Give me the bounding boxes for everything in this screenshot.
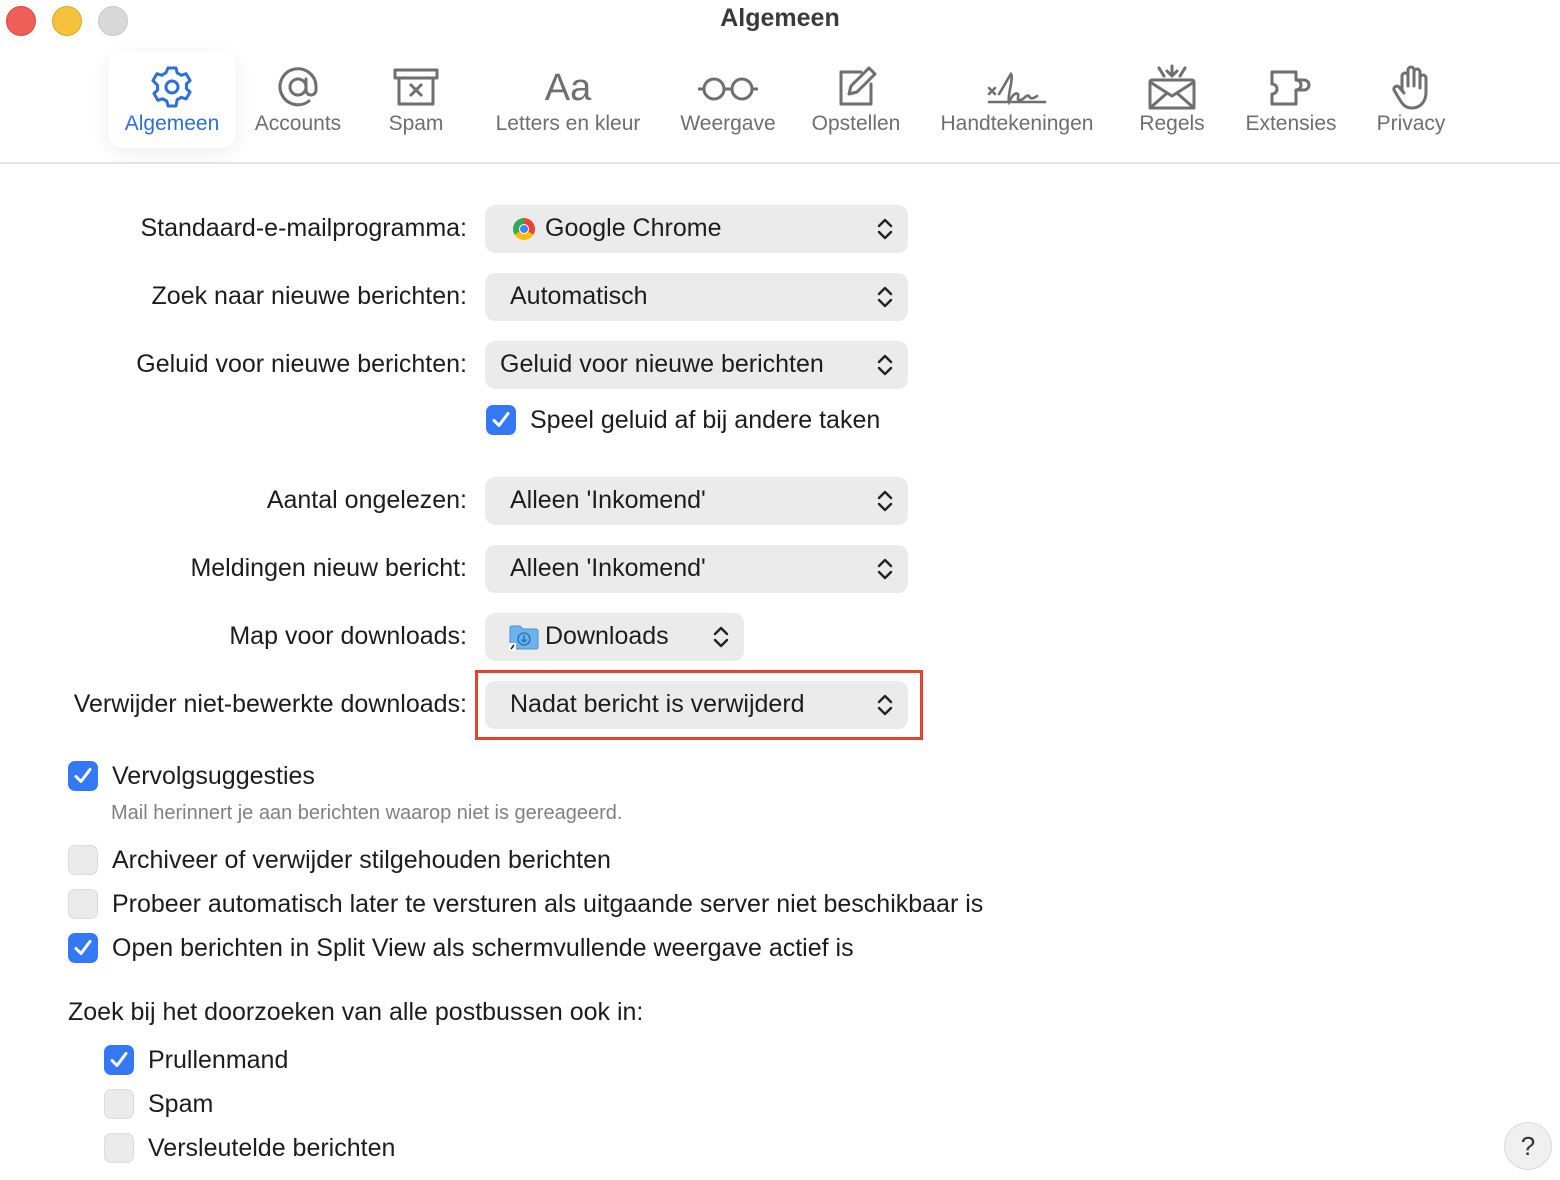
junk-tray-icon (391, 62, 441, 112)
tab-label: Extensies (1245, 112, 1337, 135)
preferences-toolbar: Algemeen Accounts Spam Aa Letters en kle… (0, 48, 1560, 164)
followup-checkbox[interactable] (68, 761, 98, 791)
search-heading: Zoek bij het doorzoeken van alle postbus… (68, 998, 644, 1026)
unread-count-popup[interactable]: Alleen 'Inkomend' (485, 477, 908, 525)
chevron-updown-icon (712, 624, 730, 650)
search-spam-checkbox[interactable] (104, 1089, 134, 1119)
tab-label: Privacy (1376, 112, 1446, 135)
unread-count-label: Aantal ongelezen: (266, 486, 467, 514)
window-title: Algemeen (720, 4, 840, 32)
tab-label: Weergave (680, 112, 776, 135)
check-new-popup[interactable]: Automatisch (485, 273, 908, 321)
tab-spam[interactable]: Spam (362, 52, 470, 148)
retry-send-label: Probeer automatisch later te versturen a… (112, 890, 984, 918)
play-sound-checkbox[interactable] (486, 405, 516, 435)
checkmark-icon (110, 1052, 128, 1067)
tab-algemeen[interactable]: Algemeen (108, 52, 236, 148)
help-button[interactable]: ? (1504, 1122, 1552, 1170)
checkmark-icon (492, 412, 510, 427)
default-mail-label: Standaard-e-mailprogramma: (140, 214, 467, 242)
default-mail-popup[interactable]: Google Chrome (485, 205, 908, 253)
split-view-checkbox[interactable] (68, 933, 98, 963)
font-aa-icon: Aa (543, 62, 593, 112)
puzzle-icon (1266, 62, 1316, 112)
popup-value: Alleen 'Inkomend' (510, 486, 706, 514)
tab-regels[interactable]: Regels (1122, 52, 1222, 148)
download-folder-popup[interactable]: Downloads (485, 613, 744, 661)
at-sign-icon (273, 62, 323, 112)
hand-icon (1386, 62, 1436, 112)
tab-label: Handtekeningen (940, 112, 1094, 135)
chrome-icon (513, 218, 535, 240)
chevron-updown-icon (876, 352, 894, 378)
signature-icon (985, 62, 1049, 112)
chevron-updown-icon (876, 284, 894, 310)
search-trash-checkbox[interactable] (104, 1045, 134, 1075)
search-encrypted-checkbox[interactable] (104, 1133, 134, 1163)
tab-label: Algemeen (124, 112, 220, 135)
tab-opstellen[interactable]: Opstellen (800, 52, 912, 148)
chevron-updown-icon (876, 216, 894, 242)
followup-description: Mail herinnert je aan berichten waarop n… (111, 802, 623, 824)
split-view-label: Open berichten in Split View als schermv… (112, 934, 854, 962)
popup-value: Google Chrome (545, 214, 722, 242)
search-spam-label: Spam (148, 1090, 214, 1118)
archive-muted-checkbox[interactable] (68, 845, 98, 875)
tab-privacy[interactable]: Privacy (1362, 52, 1460, 148)
tab-letters-en-kleur[interactable]: Aa Letters en kleur (480, 52, 656, 148)
download-folder-label: Map voor downloads: (229, 622, 467, 650)
play-sound-label: Speel geluid af bij andere taken (530, 406, 881, 434)
popup-value: Automatisch (510, 282, 648, 310)
tab-label: Accounts (254, 112, 342, 135)
new-sound-popup[interactable]: Geluid voor nieuwe berichten (485, 341, 908, 389)
popup-value: Downloads (545, 622, 669, 650)
followup-label: Vervolgsuggesties (112, 762, 315, 790)
tab-extensies[interactable]: Extensies (1234, 52, 1348, 148)
tab-label: Regels (1139, 112, 1205, 135)
title-bar: Algemeen (0, 0, 1560, 40)
tab-label: Opstellen (811, 112, 901, 135)
envelope-rules-icon (1147, 62, 1197, 112)
new-sound-label: Geluid voor nieuwe berichten: (136, 350, 467, 378)
check-new-label: Zoek naar nieuwe berichten: (151, 282, 467, 310)
popup-value: Geluid voor nieuwe berichten (500, 350, 824, 378)
archive-muted-label: Archiveer of verwijder stilgehouden beri… (112, 846, 611, 874)
search-encrypted-label: Versleutelde berichten (148, 1134, 396, 1162)
glasses-icon (696, 62, 760, 112)
tab-label: Spam (388, 112, 444, 135)
tab-handtekeningen[interactable]: Handtekeningen (926, 52, 1108, 148)
checkmark-icon (74, 940, 92, 955)
notifications-popup[interactable]: Alleen 'Inkomend' (485, 545, 908, 593)
highlight-box (475, 670, 923, 740)
remove-downloads-label: Verwijder niet-bewerkte downloads: (73, 690, 467, 718)
chevron-updown-icon (876, 556, 894, 582)
notifications-label: Meldingen nieuw bericht: (190, 554, 467, 582)
checkmark-icon (74, 768, 92, 783)
retry-send-checkbox[interactable] (68, 889, 98, 919)
svg-text:Aa: Aa (545, 67, 592, 109)
tab-accounts[interactable]: Accounts (238, 52, 358, 148)
gear-icon (147, 62, 197, 112)
tab-weergave[interactable]: Weergave (670, 52, 786, 148)
popup-value: Alleen 'Inkomend' (510, 554, 706, 582)
chevron-updown-icon (876, 488, 894, 514)
compose-icon (831, 62, 881, 112)
downloads-folder-icon (509, 623, 539, 651)
search-trash-label: Prullenmand (148, 1046, 289, 1074)
tab-label: Letters en kleur (495, 112, 641, 135)
